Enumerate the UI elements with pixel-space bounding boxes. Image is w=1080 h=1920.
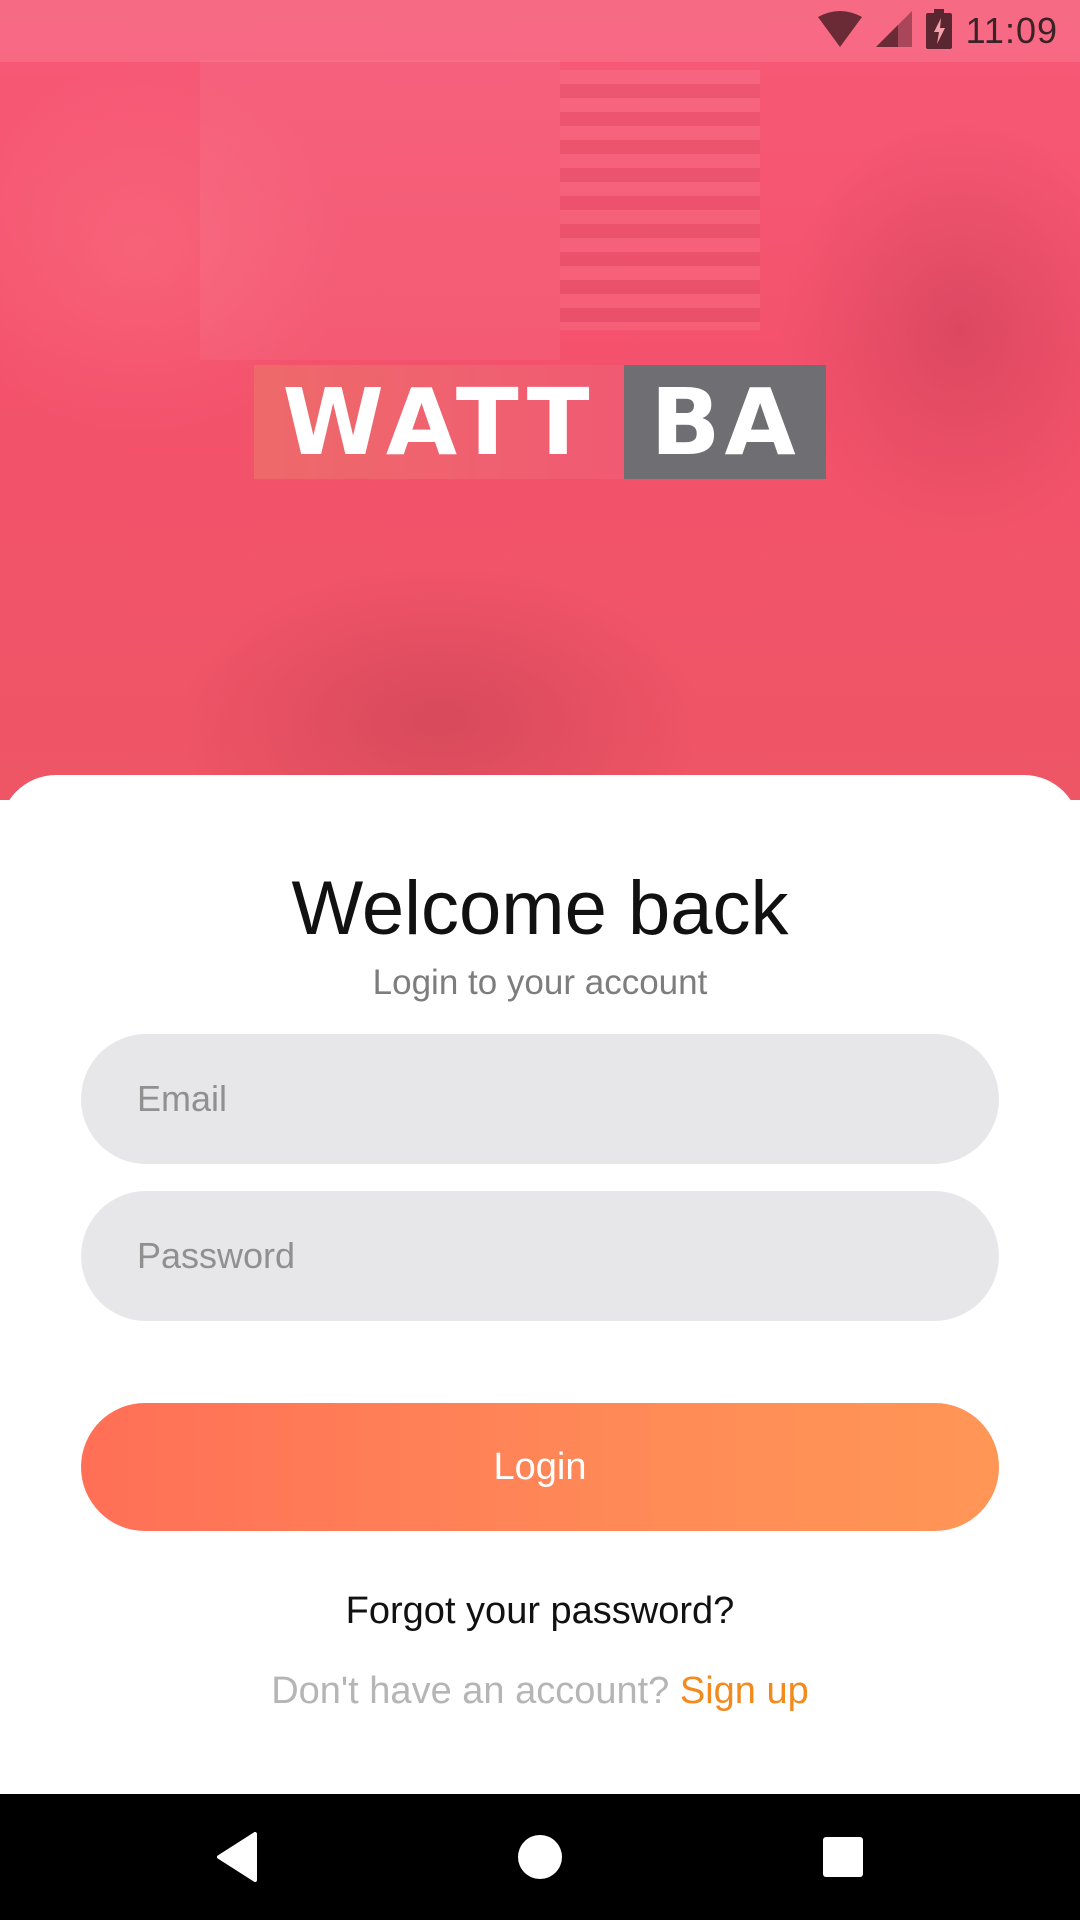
status-time: 11:09: [965, 10, 1058, 51]
battery-charging-icon: [925, 8, 952, 54]
login-button[interactable]: Login: [81, 1403, 999, 1531]
logo-right-text: BA: [624, 365, 826, 479]
login-card: Welcome back Login to your account Login…: [0, 775, 1080, 1795]
app-logo: WATT BA: [254, 365, 826, 479]
recents-icon[interactable]: [810, 1824, 876, 1890]
signup-prompt: Don't have an account? Sign up: [0, 1670, 1080, 1713]
wifi-icon: [817, 10, 862, 52]
background-blind: [560, 70, 760, 330]
page-subtitle: Login to your account: [372, 963, 708, 1002]
cell-signal-icon: [875, 10, 912, 52]
status-bar: 11:09: [0, 0, 1080, 62]
back-icon[interactable]: [204, 1824, 270, 1890]
forgot-password-link[interactable]: Forgot your password?: [0, 1590, 1080, 1633]
background-window: [200, 60, 560, 360]
status-icons: 11:09: [817, 8, 1058, 54]
no-account-text: Don't have an account?: [271, 1670, 670, 1712]
page-title: Welcome back: [291, 866, 789, 951]
logo-left-text: WATT: [254, 365, 624, 479]
email-field[interactable]: [81, 1034, 999, 1164]
password-field[interactable]: [81, 1191, 999, 1321]
home-icon[interactable]: [507, 1824, 573, 1890]
navigation-bar: [0, 1794, 1080, 1920]
login-screen: 11:09 WATT BA Welcome back Login to your…: [0, 0, 1080, 1920]
signup-link[interactable]: Sign up: [680, 1670, 809, 1712]
